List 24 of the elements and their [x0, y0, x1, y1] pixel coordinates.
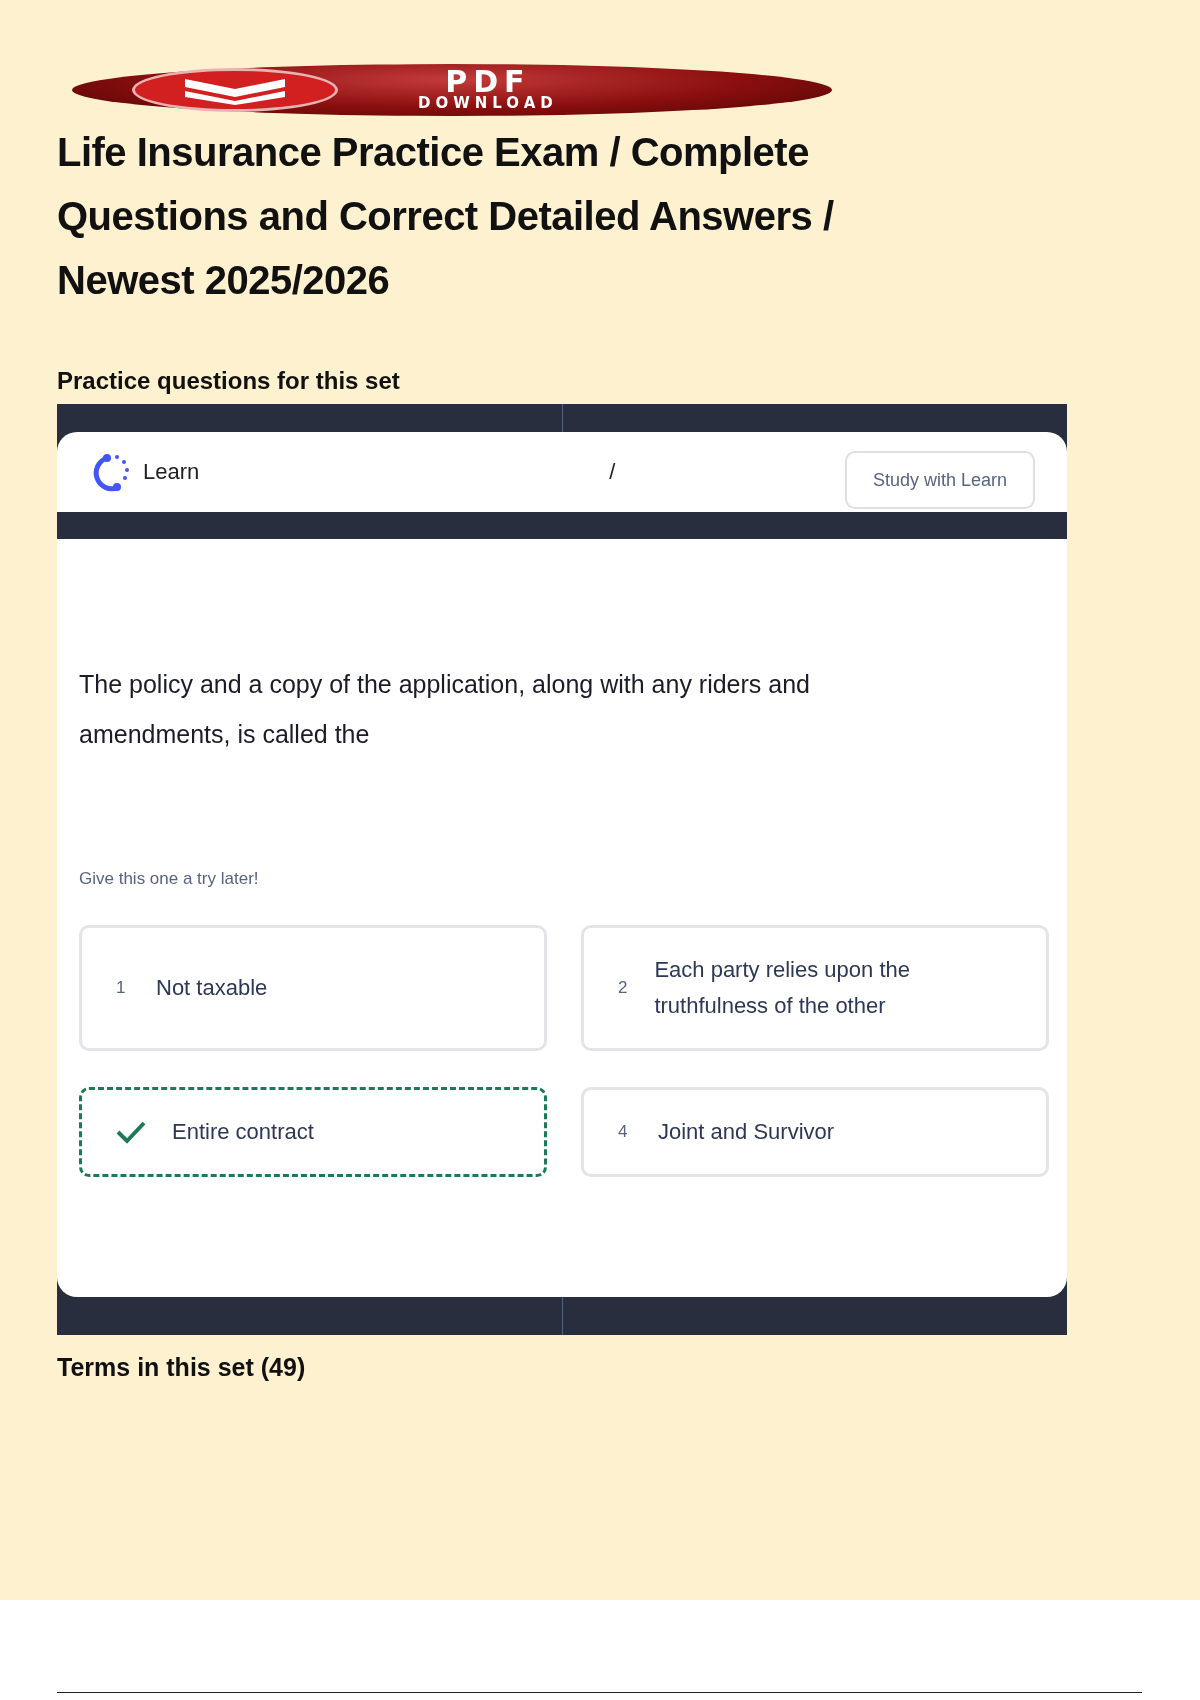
- option-number: 4: [618, 1122, 629, 1142]
- document-title: Life Insurance Practice Exam / Complete Questions and Correct Detailed Answers / Newest 2025/2026: [57, 129, 835, 304]
- separator: /: [609, 459, 616, 485]
- option-text: Entire contract: [172, 1118, 314, 1146]
- option-text: Each party relies upon the truthfulness of the other: [654, 956, 911, 1020]
- check-icon: [116, 1120, 146, 1144]
- mode-label: Learn: [143, 459, 200, 485]
- terms-heading: Terms in this set (49): [57, 1353, 307, 1382]
- banner-text: DOWNLOAD: [418, 95, 558, 111]
- answer-option[interactable]: 1 Not taxable: [79, 925, 547, 1051]
- learn-icon: [93, 452, 131, 492]
- section-heading: Practice questions for this set: [57, 366, 401, 396]
- answer-option[interactable]: Entire contract: [79, 1087, 547, 1177]
- option-number: 1: [116, 978, 127, 998]
- question-text: The policy and a copy of the application, along with any riders and amendments, is called the: [79, 669, 811, 750]
- answer-option[interactable]: 2 Each party relies upon the truthfulness of the other: [581, 925, 1049, 1051]
- answer-option[interactable]: 4 Joint and Survivor: [581, 1087, 1049, 1177]
- study-button[interactable]: Study with Learn: [845, 451, 1035, 509]
- hint-text: Give this one a try later!: [79, 869, 260, 889]
- option-text: Joint and Survivor: [658, 1118, 835, 1146]
- banner-text: PDF: [445, 69, 531, 95]
- pdf-download-banner[interactable]: PDF DOWNLOAD: [72, 64, 832, 116]
- option-text: Not taxable: [156, 974, 268, 1002]
- option-number: 2: [618, 978, 629, 998]
